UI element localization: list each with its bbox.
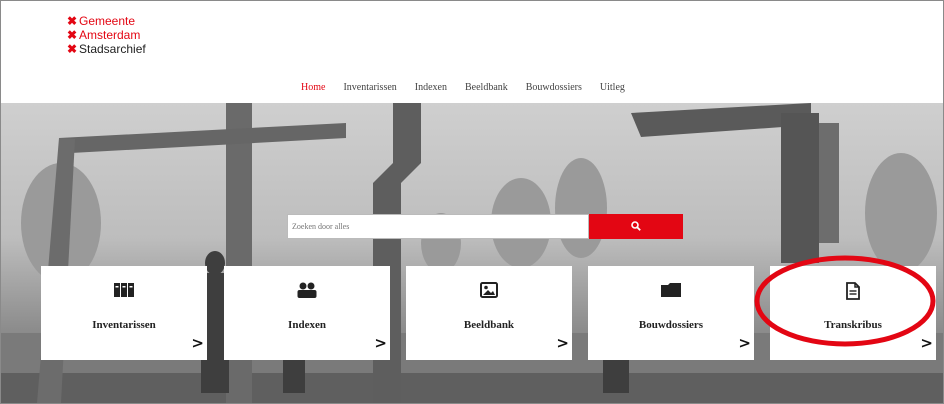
nav-item-beeldbank[interactable]: Beeldbank [465, 82, 508, 93]
x-mark-icon: ✖ [67, 42, 78, 56]
image-icon [406, 282, 572, 300]
search-icon [631, 219, 641, 234]
chevron-right-icon: > [738, 334, 751, 352]
x-mark-icon: ✖ [67, 14, 78, 28]
logo-text-amsterdam: Amsterdam [79, 28, 141, 42]
folder-icon [588, 282, 754, 300]
chevron-right-icon: > [374, 334, 387, 352]
tile-label: Indexen [288, 319, 326, 331]
nav-item-bouwdossiers[interactable]: Bouwdossiers [526, 82, 582, 93]
x-mark-icon: ✖ [67, 28, 78, 42]
nav-item-indexen[interactable]: Indexen [415, 82, 447, 93]
search-button[interactable] [589, 214, 683, 239]
chevron-right-icon: > [920, 334, 933, 352]
tile-label: Inventarissen [92, 319, 156, 331]
tile-indexen[interactable]: Indexen > [224, 266, 390, 360]
logo-line-1: ✖ Gemeente [67, 14, 146, 28]
logo-line-3: ✖ Stadsarchief [67, 42, 146, 56]
tile-label: Transkribus [824, 319, 882, 331]
search-input[interactable] [287, 214, 589, 239]
chevron-right-icon: > [556, 334, 569, 352]
tile-inventarissen[interactable]: Inventarissen > [41, 266, 207, 360]
tile-bouwdossiers[interactable]: Bouwdossiers > [588, 266, 754, 360]
chevron-right-icon: > [191, 334, 204, 352]
site-logo[interactable]: ✖ Gemeente ✖ Amsterdam ✖ Stadsarchief [67, 14, 146, 56]
people-icon [224, 282, 390, 300]
main-nav: Home Inventarissen Indexen Beeldbank Bou… [1, 73, 943, 103]
tile-transkribus[interactable]: Transkribus > [770, 266, 936, 360]
nav-item-inventarissen[interactable]: Inventarissen [343, 82, 396, 93]
archive-boxes-icon [41, 282, 207, 300]
logo-line-2: ✖ Amsterdam [67, 28, 146, 42]
tile-label: Beeldbank [463, 319, 515, 331]
tile-label: Bouwdossiers [638, 319, 704, 331]
logo-text-stadsarchief: Stadsarchief [79, 42, 146, 56]
site-header: ✖ Gemeente ✖ Amsterdam ✖ Stadsarchief [1, 1, 943, 74]
browser-viewport: ✖ Gemeente ✖ Amsterdam ✖ Stadsarchief Ho… [0, 0, 944, 404]
tile-beeldbank[interactable]: Beeldbank > [406, 266, 572, 360]
document-icon [770, 282, 936, 300]
nav-item-uitleg[interactable]: Uitleg [600, 82, 625, 93]
nav-item-home[interactable]: Home [301, 82, 325, 93]
search-bar [287, 214, 683, 239]
logo-text-gemeente: Gemeente [79, 14, 136, 28]
